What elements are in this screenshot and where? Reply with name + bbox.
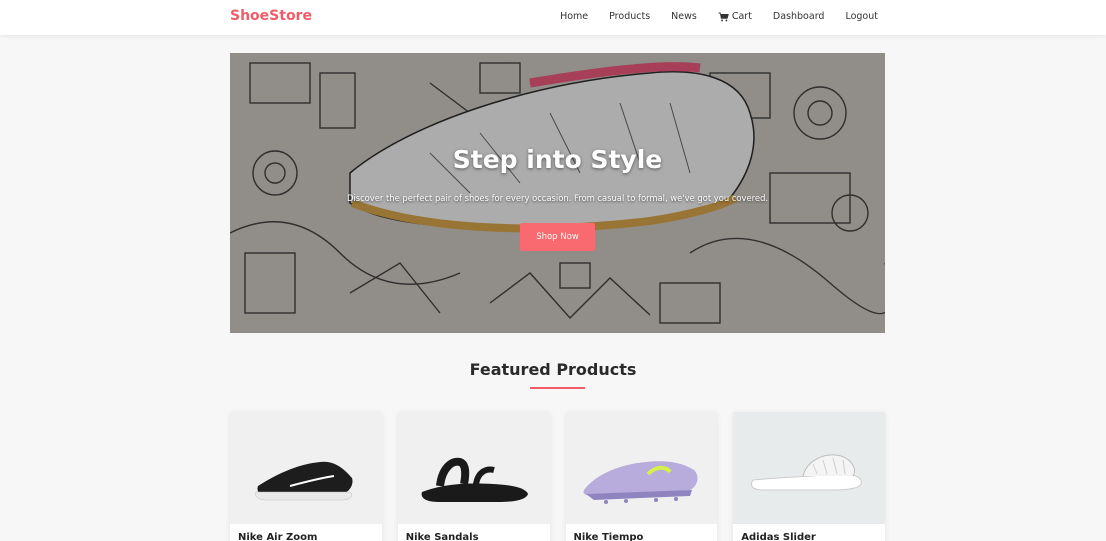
product-image[interactable] bbox=[565, 412, 718, 524]
product-image[interactable] bbox=[230, 412, 382, 524]
football-boot-icon bbox=[583, 461, 697, 504]
main-nav: Home Products News Cart Dashboard Logout bbox=[560, 11, 878, 22]
brand-logo[interactable]: ShoeStore bbox=[230, 8, 312, 24]
nav-cart-label: Cart bbox=[731, 11, 752, 22]
nav-home[interactable]: Home bbox=[560, 11, 588, 22]
sandal-icon bbox=[421, 457, 528, 502]
product-grid: Nike Air Zoom Nike Sandals Nike Tiempo A… bbox=[230, 412, 885, 541]
title-underline bbox=[530, 387, 585, 389]
product-image[interactable] bbox=[397, 412, 550, 524]
product-card[interactable]: Nike Tiempo bbox=[565, 412, 718, 541]
product-image[interactable] bbox=[733, 412, 885, 524]
cart-icon bbox=[718, 12, 729, 21]
product-name[interactable]: Nike Sandals bbox=[406, 532, 479, 541]
shop-now-button[interactable]: Shop Now bbox=[520, 223, 595, 251]
product-name[interactable]: Nike Air Zoom bbox=[238, 532, 317, 541]
hero-banner: Step into Style Discover the perfect pai… bbox=[230, 53, 885, 333]
running-shoe-icon bbox=[255, 461, 353, 501]
nav-cart[interactable]: Cart bbox=[718, 11, 752, 22]
product-name[interactable]: Adidas Slider bbox=[741, 532, 816, 541]
hero-title: Step into Style bbox=[452, 145, 663, 174]
nav-logout[interactable]: Logout bbox=[845, 11, 878, 22]
product-card[interactable]: Nike Air Zoom bbox=[230, 412, 382, 541]
hero-subtitle: Discover the perfect pair of shoes for e… bbox=[346, 193, 769, 203]
product-card[interactable]: Nike Sandals bbox=[397, 412, 550, 541]
nav-products[interactable]: Products bbox=[609, 11, 650, 22]
featured-title: Featured Products bbox=[469, 360, 637, 379]
nav-dashboard[interactable]: Dashboard bbox=[773, 11, 825, 22]
product-card[interactable]: Adidas Slider bbox=[733, 412, 885, 541]
navbar: ShoeStore Home Products News Cart Dashbo… bbox=[0, 0, 1106, 35]
nav-news[interactable]: News bbox=[671, 11, 697, 22]
slider-icon bbox=[751, 454, 863, 491]
product-name[interactable]: Nike Tiempo bbox=[574, 532, 644, 541]
